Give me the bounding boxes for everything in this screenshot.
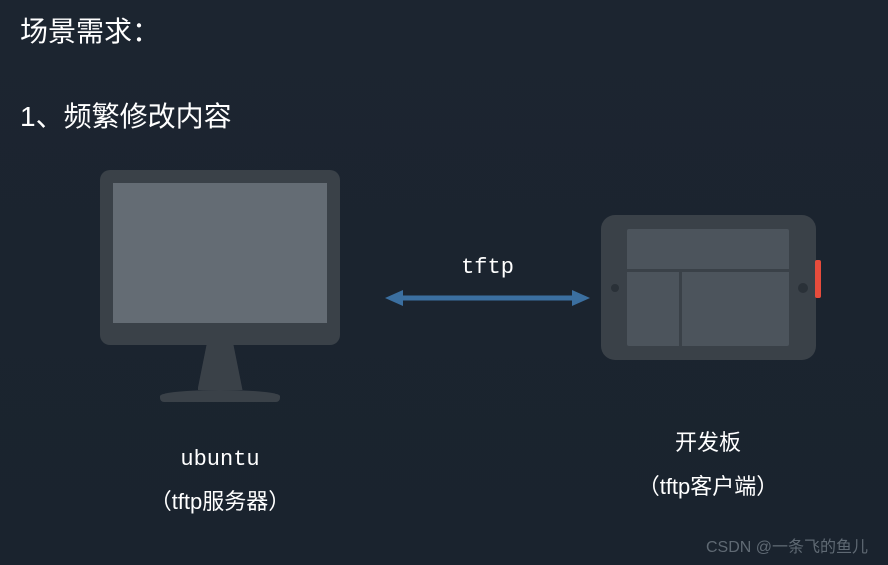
scenario-subtitle: 1、频繁修改内容 — [20, 95, 232, 135]
watermark-text: CSDN @一条飞的鱼儿 — [706, 533, 868, 557]
monitor-stand — [198, 345, 243, 390]
tablet-side-button — [815, 260, 821, 298]
tablet-icon — [601, 215, 816, 360]
connection-group: tftp — [385, 255, 590, 313]
protocol-label: tftp — [385, 255, 590, 280]
monitor-screen — [113, 183, 327, 323]
monitor-icon — [100, 170, 340, 345]
scenario-title: 场景需求： — [20, 10, 160, 50]
server-group: ubuntu （tftp服务器） — [100, 170, 340, 516]
tablet-divider-h — [627, 269, 789, 272]
client-role-label: （tftp客户端） — [588, 469, 828, 501]
server-name-label: ubuntu — [100, 447, 340, 472]
client-name-label: 开发板 — [588, 425, 828, 457]
monitor-body — [100, 170, 340, 345]
double-arrow-icon — [385, 288, 590, 308]
monitor-base — [160, 390, 280, 402]
tablet-divider-v — [679, 269, 682, 346]
tablet-home-button — [798, 283, 808, 293]
server-role-label: （tftp服务器） — [100, 484, 340, 516]
client-group: 开发板 （tftp客户端） — [588, 215, 828, 501]
tablet-screen — [627, 229, 789, 346]
diagram-container: ubuntu （tftp服务器） tftp 开发板 （tftp客户端） — [0, 170, 888, 520]
tablet-camera — [611, 284, 619, 292]
